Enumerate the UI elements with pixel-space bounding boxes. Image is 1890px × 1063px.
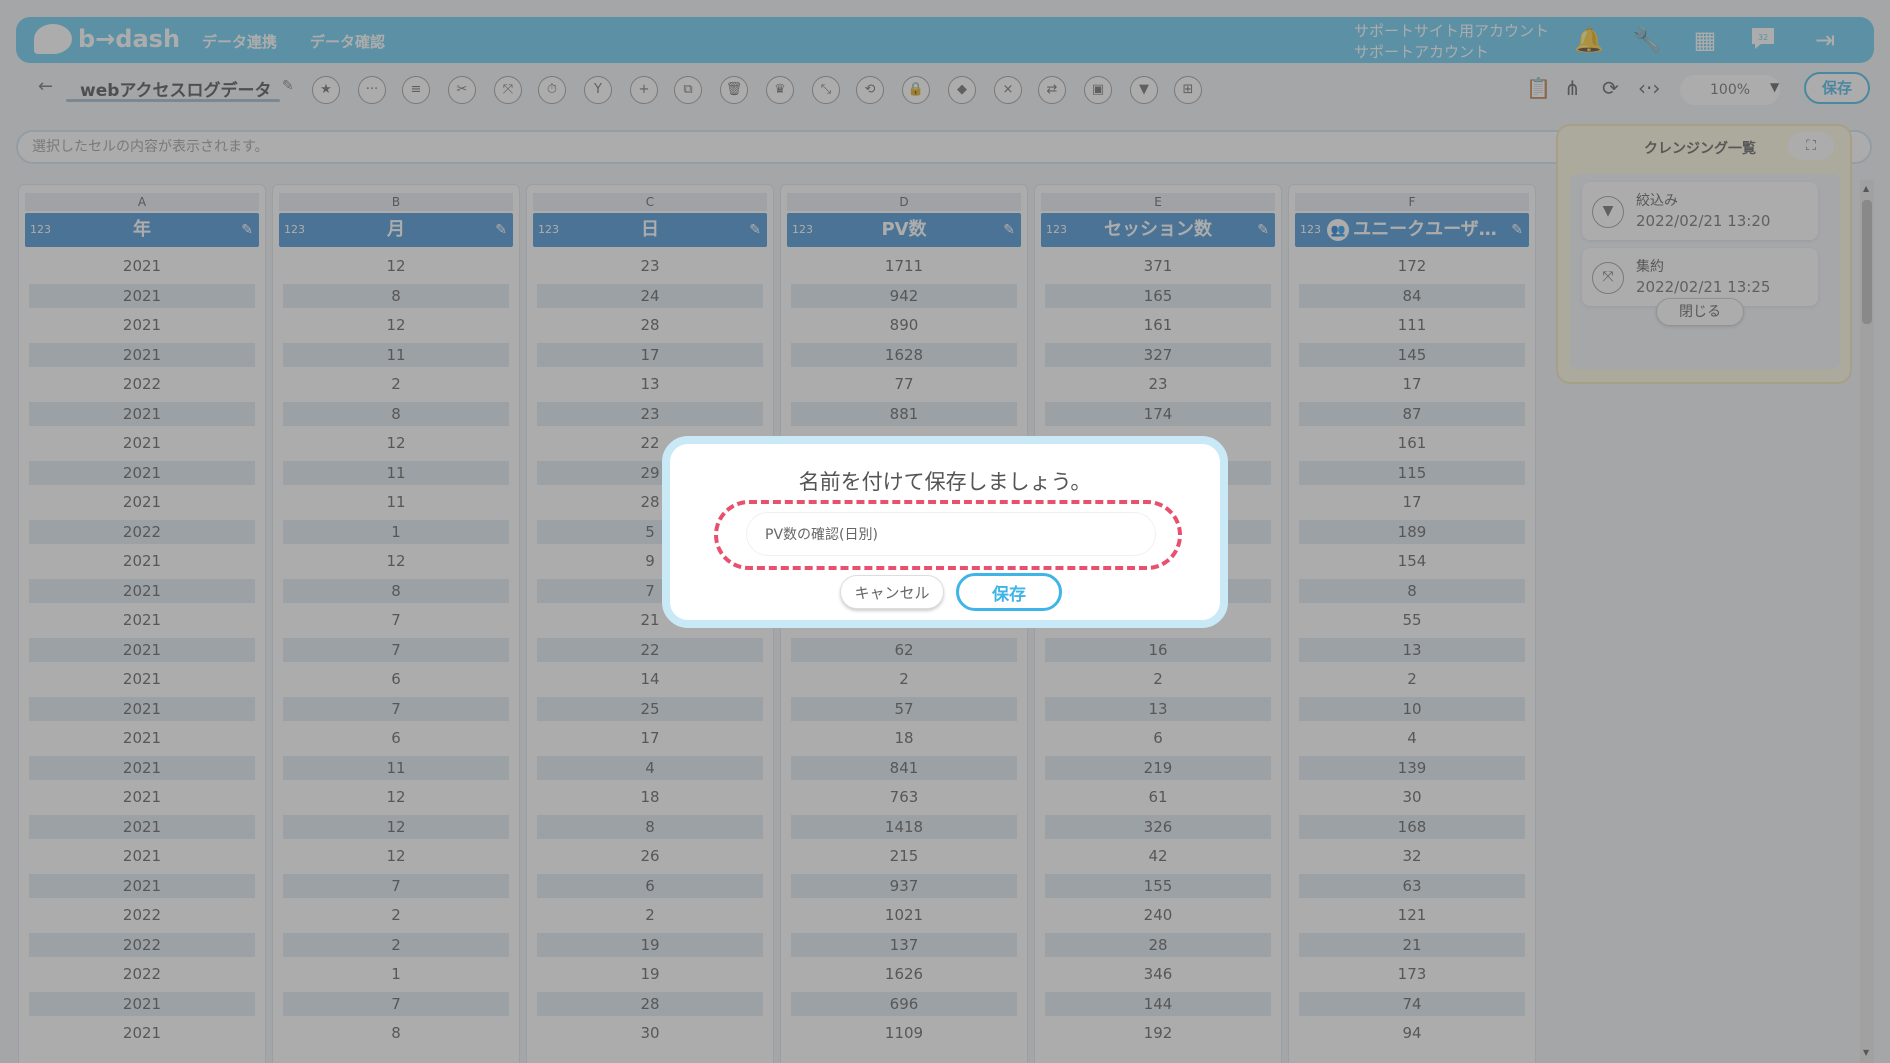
dialog-title: 名前を付けて保存しましょう。 — [798, 470, 1092, 494]
dialog-save-button[interactable]: 保存 — [956, 573, 1062, 611]
cancel-button[interactable]: キャンセル — [840, 575, 944, 609]
name-input[interactable] — [746, 512, 1156, 556]
save-name-dialog: 名前を付けて保存しましょう。 キャンセル 保存 — [662, 436, 1228, 628]
